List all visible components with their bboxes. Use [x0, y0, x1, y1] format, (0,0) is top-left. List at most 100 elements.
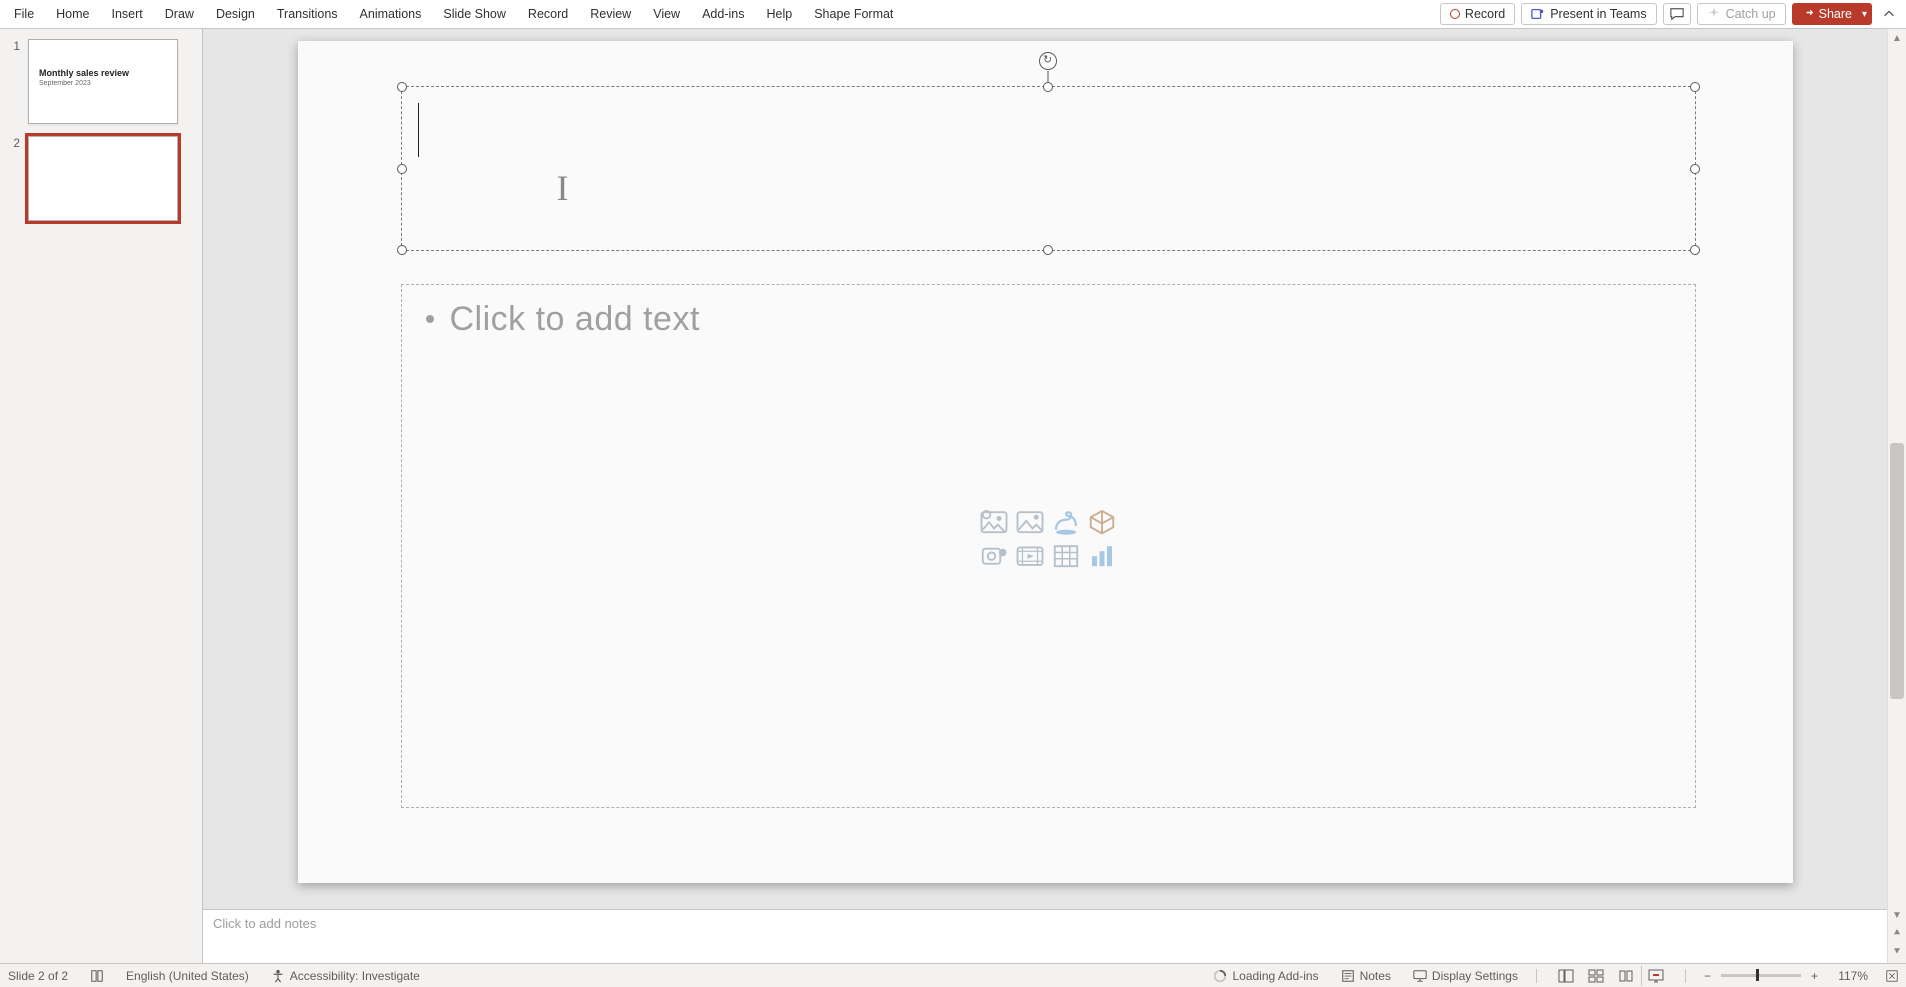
- reading-view-icon: [1618, 968, 1634, 984]
- spinner-icon: [1213, 969, 1227, 983]
- zoom-control: − + 117%: [1700, 969, 1868, 983]
- comments-button[interactable]: [1663, 3, 1691, 25]
- zoom-percent-label[interactable]: 117%: [1828, 969, 1868, 983]
- notes-pane[interactable]: Click to add notes: [203, 909, 1887, 963]
- tab-transitions[interactable]: Transitions: [273, 7, 342, 21]
- insert-video-icon[interactable]: [1012, 539, 1048, 573]
- tab-slide-show[interactable]: Slide Show: [439, 7, 510, 21]
- tab-shape-format[interactable]: Shape Format: [810, 7, 897, 21]
- accessibility-icon: [271, 969, 285, 983]
- notes-icon: [1341, 969, 1355, 983]
- insert-stock-images-icon[interactable]: [976, 505, 1012, 539]
- tab-help[interactable]: Help: [762, 7, 796, 21]
- vertical-scrollbar[interactable]: ▲ ▼ ⯅ ⯆: [1887, 29, 1906, 963]
- status-divider: [1536, 969, 1537, 983]
- share-dropdown[interactable]: ▾: [1856, 3, 1872, 25]
- resize-handle-nw[interactable]: [397, 82, 407, 92]
- rotate-handle[interactable]: [1039, 52, 1057, 70]
- share-button[interactable]: Share: [1792, 3, 1856, 25]
- normal-view-icon: [1558, 968, 1574, 984]
- content-placeholder-text: Click to add text: [450, 297, 700, 341]
- record-button[interactable]: Record: [1440, 3, 1515, 25]
- zoom-in-button[interactable]: +: [1807, 969, 1822, 983]
- tab-design[interactable]: Design: [212, 7, 259, 21]
- slide-edit-area: I Click to add text: [203, 29, 1887, 963]
- tab-review[interactable]: Review: [586, 7, 635, 21]
- content-placeholder[interactable]: Click to add text: [401, 284, 1696, 808]
- workspace: 1 Monthly sales review September 2023 2: [0, 29, 1906, 963]
- thumbnail-slide-2[interactable]: [28, 136, 178, 221]
- thumbnail-slide-1[interactable]: Monthly sales review September 2023: [28, 39, 178, 124]
- tab-home[interactable]: Home: [52, 7, 93, 21]
- insert-chart-icon[interactable]: [1084, 539, 1120, 573]
- display-settings-button[interactable]: Display Settings: [1409, 969, 1522, 983]
- resize-handle-sw[interactable]: [397, 245, 407, 255]
- resize-handle-ne[interactable]: [1690, 82, 1700, 92]
- tab-file[interactable]: File: [10, 7, 38, 21]
- loading-addins-text: Loading Add-ins: [1232, 969, 1318, 983]
- thumbnail-subtitle: September 2023: [39, 80, 91, 87]
- scroll-down-icon[interactable]: ▼: [1892, 910, 1902, 921]
- resize-handle-n[interactable]: [1043, 82, 1053, 92]
- zoom-out-button[interactable]: −: [1700, 969, 1715, 983]
- accessibility-label: Accessibility: Investigate: [290, 969, 420, 983]
- catch-up-button[interactable]: Catch up: [1697, 3, 1786, 25]
- comments-icon: [1670, 7, 1684, 21]
- insert-icons-icon[interactable]: [1048, 505, 1084, 539]
- normal-view-button[interactable]: [1551, 966, 1581, 986]
- notes-toggle-label: Notes: [1360, 969, 1391, 983]
- insert-3d-model-icon[interactable]: [1084, 505, 1120, 539]
- insert-pictures-icon[interactable]: [1012, 505, 1048, 539]
- tab-animations[interactable]: Animations: [356, 7, 426, 21]
- teams-icon: [1531, 7, 1545, 21]
- slide[interactable]: I Click to add text: [298, 41, 1793, 883]
- status-divider: [1685, 969, 1686, 983]
- tab-add-ins[interactable]: Add-ins: [698, 7, 748, 21]
- title-placeholder[interactable]: I: [401, 86, 1696, 251]
- reading-view-button[interactable]: [1611, 966, 1641, 986]
- record-button-label: Record: [1465, 7, 1505, 21]
- zoom-slider-thumb[interactable]: [1756, 969, 1759, 981]
- resize-handle-w[interactable]: [397, 164, 407, 174]
- resize-handle-se[interactable]: [1690, 245, 1700, 255]
- slide-canvas-container[interactable]: I Click to add text: [203, 29, 1887, 909]
- spell-check-button[interactable]: [86, 969, 108, 983]
- scrollbar-thumb[interactable]: [1890, 443, 1904, 699]
- resize-handle-s[interactable]: [1043, 245, 1053, 255]
- thumbnail-row-2: 2: [10, 136, 192, 221]
- slide-sorter-view-button[interactable]: [1581, 966, 1611, 986]
- present-in-teams-button[interactable]: Present in Teams: [1521, 3, 1656, 25]
- accessibility-button[interactable]: Accessibility: Investigate: [267, 969, 424, 983]
- monitor-icon: [1413, 969, 1427, 983]
- insert-table-icon[interactable]: [1048, 539, 1084, 573]
- tab-draw[interactable]: Draw: [161, 7, 198, 21]
- zoom-slider-track[interactable]: [1721, 974, 1801, 977]
- insert-cameo-icon[interactable]: [976, 539, 1012, 573]
- slide-sorter-icon: [1588, 968, 1604, 984]
- bullet-icon: [426, 315, 434, 323]
- slide-position-label[interactable]: Slide 2 of 2: [4, 969, 72, 983]
- display-settings-label: Display Settings: [1432, 969, 1518, 983]
- thumbnail-number: 1: [10, 39, 20, 124]
- record-icon: [1450, 9, 1460, 19]
- slideshow-view-button[interactable]: [1641, 966, 1671, 986]
- collapse-ribbon-button[interactable]: [1878, 7, 1900, 21]
- scroll-up-icon[interactable]: ▲: [1892, 33, 1902, 44]
- ribbon-menu: File Home Insert Draw Design Transitions…: [0, 0, 1906, 29]
- thumbnail-row-1: 1 Monthly sales review September 2023: [10, 39, 192, 124]
- tab-insert[interactable]: Insert: [108, 7, 147, 21]
- prev-slide-icon[interactable]: ⯅: [1893, 927, 1902, 940]
- next-slide-icon[interactable]: ⯆: [1893, 946, 1902, 959]
- language-button[interactable]: English (United States): [122, 969, 253, 983]
- tab-view[interactable]: View: [649, 7, 684, 21]
- notes-placeholder: Click to add notes: [213, 916, 316, 931]
- thumbnail-title: Monthly sales review: [39, 68, 129, 78]
- tab-record[interactable]: Record: [524, 7, 572, 21]
- status-bar: Slide 2 of 2 English (United States) Acc…: [0, 963, 1906, 987]
- notes-toggle-button[interactable]: Notes: [1337, 969, 1395, 983]
- thumbnail-panel[interactable]: 1 Monthly sales review September 2023 2: [0, 29, 203, 963]
- scrollbar-track[interactable]: [1888, 50, 1906, 904]
- thumbnail-number: 2: [10, 136, 20, 221]
- resize-handle-e[interactable]: [1690, 164, 1700, 174]
- fit-to-window-button[interactable]: [1882, 966, 1902, 986]
